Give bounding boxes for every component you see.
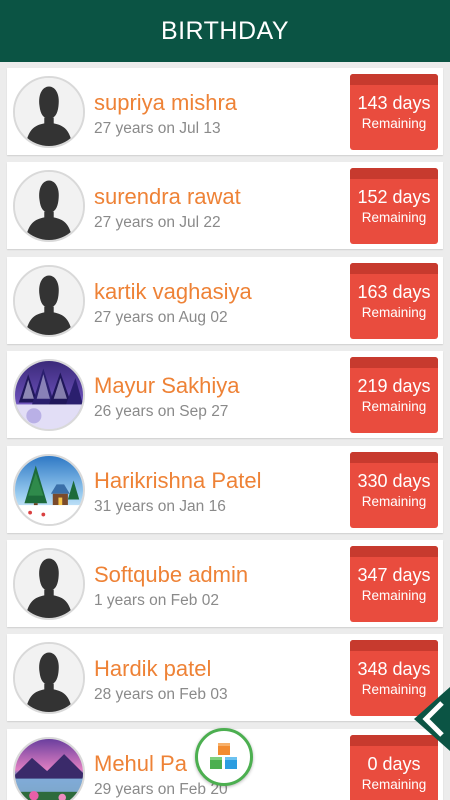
remaining-label: Remaining xyxy=(361,777,427,792)
app-header: BIRTHDAY xyxy=(0,0,450,62)
days-count: 163 days xyxy=(357,282,431,302)
chevron-left-icon xyxy=(414,687,450,751)
remaining-label: Remaining xyxy=(361,305,427,320)
calendar-tab xyxy=(350,168,438,179)
page-title: BIRTHDAY xyxy=(160,16,290,45)
days-count: 330 days xyxy=(357,471,431,491)
birthday-info: 31 years on Jan 16 xyxy=(94,498,226,515)
winter-forest-photo xyxy=(15,361,83,429)
list-item[interactable]: Hardik patel 28 years on Feb 03 348 days… xyxy=(7,634,443,721)
birthday-info: 28 years on Feb 03 xyxy=(94,686,228,703)
avatar xyxy=(13,359,85,431)
lake-sunset-photo xyxy=(15,739,83,800)
calendar-tab xyxy=(350,74,438,85)
contact-name: kartik vaghasiya xyxy=(94,279,252,304)
days-count: 347 days xyxy=(357,565,431,585)
calendar-tab xyxy=(350,452,438,463)
list-item[interactable]: surendra rawat 27 years on Jul 22 152 da… xyxy=(7,162,443,249)
avatar xyxy=(13,642,85,714)
contact-name: Hardik patel xyxy=(94,656,212,681)
contact-name: Harikrishna Patel xyxy=(94,468,262,493)
calendar-tab xyxy=(350,640,438,651)
contact-name: surendra rawat xyxy=(94,184,241,209)
apps-cubes-icon xyxy=(210,743,237,769)
person-silhouette-icon xyxy=(15,172,83,240)
christmas-scene-photo xyxy=(15,456,83,524)
birthday-info: 29 years on Feb 20 xyxy=(94,781,228,798)
avatar xyxy=(13,170,85,242)
side-panel-toggle[interactable] xyxy=(412,687,450,751)
contact-name: Softqube admin xyxy=(94,562,249,587)
remaining-label: Remaining xyxy=(361,210,427,225)
person-silhouette-icon xyxy=(15,267,83,335)
days-count: 348 days xyxy=(357,659,431,679)
birthday-info: 27 years on Aug 02 xyxy=(94,309,228,326)
contact-name: Mayur Sakhiya xyxy=(94,373,240,398)
remaining-label: Remaining xyxy=(361,116,427,131)
days-remaining-badge: 347 days Remaining xyxy=(350,546,438,622)
calendar-tab xyxy=(350,263,438,274)
list-item[interactable]: kartik vaghasiya 27 years on Aug 02 163 … xyxy=(7,257,443,344)
avatar xyxy=(13,265,85,337)
remaining-label: Remaining xyxy=(361,588,427,603)
person-silhouette-icon xyxy=(15,550,83,618)
list-item[interactable]: Harikrishna Patel 31 years on Jan 16 330… xyxy=(7,446,443,533)
birthday-info: 27 years on Jul 22 xyxy=(94,214,221,231)
days-count: 0 days xyxy=(367,754,421,774)
days-count: 143 days xyxy=(357,93,431,113)
days-remaining-badge: 219 days Remaining xyxy=(350,357,438,433)
calendar-tab xyxy=(350,546,438,557)
days-remaining-badge: 143 days Remaining xyxy=(350,74,438,150)
birthday-info: 1 years on Feb 02 xyxy=(94,592,219,609)
days-count: 219 days xyxy=(357,376,431,396)
remaining-label: Remaining xyxy=(361,399,427,414)
calendar-tab xyxy=(350,357,438,368)
list-item[interactable]: Mayur Sakhiya 26 years on Sep 27 219 day… xyxy=(7,351,443,438)
contact-name: Mehul Pa xyxy=(94,751,187,776)
birthday-list[interactable]: supriya mishra 27 years on Jul 13 143 da… xyxy=(0,62,450,800)
avatar xyxy=(13,454,85,526)
contact-name: supriya mishra xyxy=(94,90,238,115)
avatar xyxy=(13,737,85,800)
remaining-label: Remaining xyxy=(361,494,427,509)
days-remaining-badge: 152 days Remaining xyxy=(350,168,438,244)
birthday-info: 26 years on Sep 27 xyxy=(94,403,229,420)
days-remaining-badge: 163 days Remaining xyxy=(350,263,438,339)
list-item[interactable]: supriya mishra 27 years on Jul 13 143 da… xyxy=(7,68,443,155)
birthday-info: 27 years on Jul 13 xyxy=(94,120,221,137)
person-silhouette-icon xyxy=(15,644,83,712)
avatar xyxy=(13,548,85,620)
avatar xyxy=(13,76,85,148)
list-item[interactable]: Softqube admin 1 years on Feb 02 347 day… xyxy=(7,540,443,627)
person-silhouette-icon xyxy=(15,78,83,146)
apps-fab-button[interactable] xyxy=(195,728,253,786)
days-remaining-badge: 330 days Remaining xyxy=(350,452,438,528)
days-count: 152 days xyxy=(357,187,431,207)
